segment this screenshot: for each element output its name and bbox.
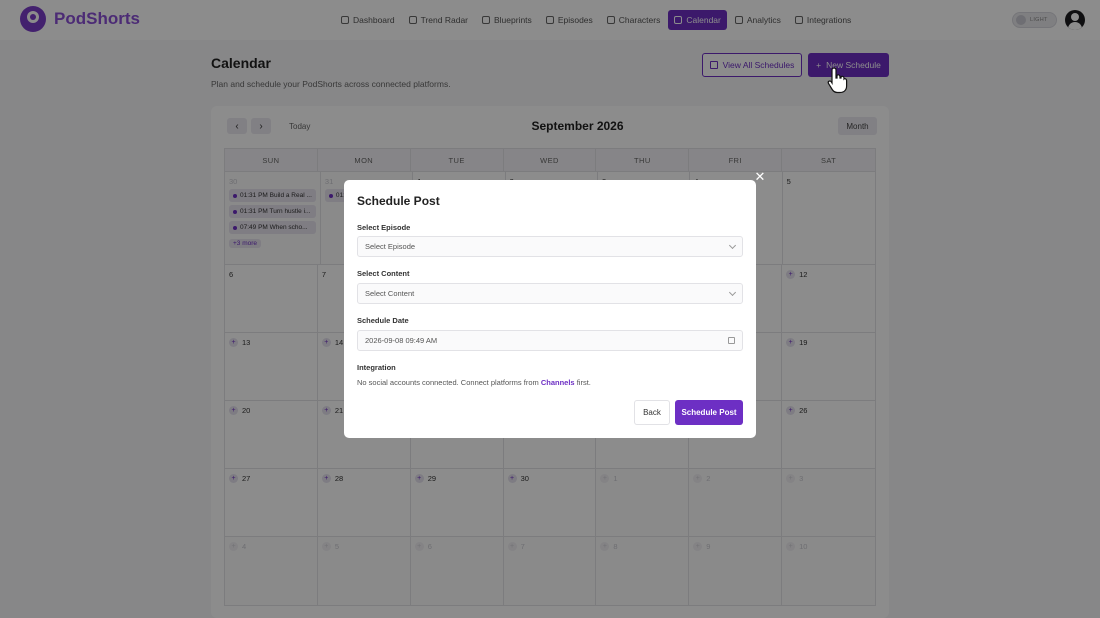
calendar-icon xyxy=(728,337,735,344)
chevron-down-icon xyxy=(728,241,737,249)
integration-message-suffix: first. xyxy=(574,378,591,387)
integration-message-text: No social accounts connected. Connect pl… xyxy=(357,378,541,387)
content-select-placeholder: Select Content xyxy=(365,289,415,298)
back-button[interactable]: Back xyxy=(634,400,670,425)
schedule-date-input[interactable]: 2026-09-08 09:49 AM xyxy=(357,330,743,351)
integration-message: No social accounts connected. Connect pl… xyxy=(357,378,591,387)
chevron-down-icon xyxy=(728,288,737,296)
episode-select-placeholder: Select Episode xyxy=(365,242,416,251)
episode-label: Select Episode xyxy=(357,223,411,232)
integration-label: Integration xyxy=(357,363,396,372)
episode-select[interactable]: Select Episode xyxy=(357,236,743,257)
content-select[interactable]: Select Content xyxy=(357,283,743,304)
schedule-date-value: 2026-09-08 09:49 AM xyxy=(365,336,438,345)
schedule-post-modal: Schedule Post Select Episode Select Epis… xyxy=(344,180,756,438)
content-label: Select Content xyxy=(357,269,410,278)
schedule-post-button[interactable]: Schedule Post xyxy=(675,400,743,425)
schedule-date-label: Schedule Date xyxy=(357,316,409,325)
close-icon: ✕ xyxy=(754,169,766,184)
hand-pointer-cursor-icon xyxy=(827,67,848,94)
modal-title: Schedule Post xyxy=(357,194,440,208)
channels-link[interactable]: Channels xyxy=(541,378,575,387)
